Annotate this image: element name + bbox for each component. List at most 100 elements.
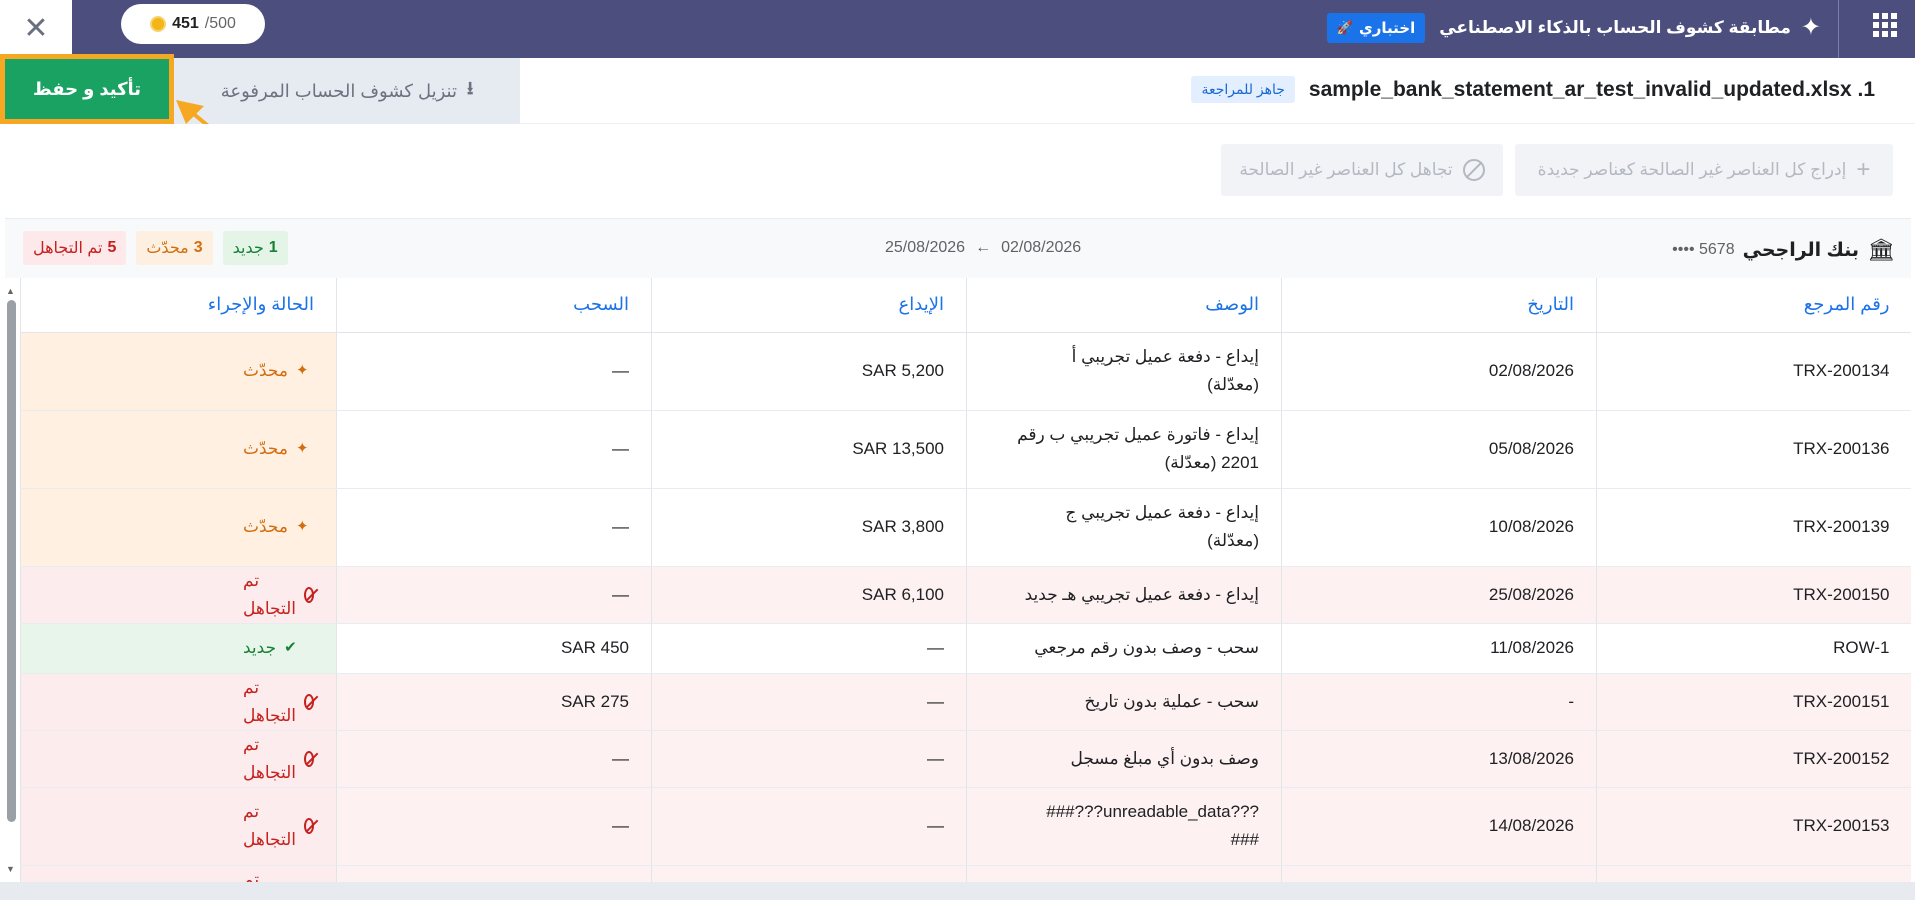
cell-date: 02/08/2026 (1281, 332, 1597, 411)
status-action[interactable]: تم التجاهل (43, 866, 314, 883)
status-action[interactable]: محدّث ✦ (43, 435, 314, 463)
transactions-table-container[interactable]: رقم المرجع التاريخ الوصف الإيداع السحب ا… (20, 278, 1911, 882)
double-check-icon: ✔ (284, 639, 297, 656)
cell-status[interactable]: محدّث ✦ (20, 488, 337, 567)
table-row[interactable]: TRX-200139 10/08/2026 إيداع - دفعة عميل تج… (20, 488, 1911, 567)
cell-deposit: — (651, 730, 967, 788)
deposit-amount: SAR 5,200 (861, 361, 944, 380)
cell-date: 10/08/2026 (1281, 488, 1597, 567)
scrollbar-thumb[interactable] (7, 300, 16, 822)
description-line: إيداع - فاتورة عميل تجريبي ب رقم (1017, 425, 1259, 444)
table-row[interactable]: TRX-20015025/08/2026إيداع - دفعة عميل تج… (20, 865, 1911, 883)
col-header-ref[interactable]: رقم المرجع (1596, 278, 1911, 333)
bank-name: بنك الراجحي (1742, 239, 1860, 261)
cell-description: وصف بدون أي مبلغ مسجل (966, 730, 1282, 788)
status-label: تم التجاهل (243, 734, 297, 782)
ban-icon (304, 693, 314, 710)
table-row[interactable]: TRX-200153 14/08/2026 ???unreadable_data??… (20, 787, 1911, 866)
cell-description: إيداع - دفعة عميل تجريبي ج (معدّلة) (966, 488, 1282, 567)
col-header-status[interactable]: الحالة والإجراء (20, 278, 337, 333)
cell-ref: TRX-200150 (1596, 865, 1911, 882)
beta-label: اختباري (1359, 20, 1416, 37)
scroll-down-icon[interactable]: ▼ (6, 864, 15, 874)
cell-ref: TRX-200152 (1596, 730, 1911, 788)
cell-status[interactable]: جديد ✔ (20, 623, 337, 674)
rocket-icon: 🚀 (1336, 20, 1354, 35)
cell-status[interactable]: تم التجاهل (20, 865, 337, 883)
cell-description: سحب - وصف بدون رقم مرجعي (966, 623, 1282, 674)
cell-date: - (1281, 673, 1597, 731)
status-label: تم التجاهل (243, 802, 297, 849)
cell-ref: ROW-1 (1596, 623, 1911, 674)
cell-status[interactable]: تم التجاهل (20, 566, 337, 624)
cell-status[interactable]: محدّث ✦ (20, 332, 337, 411)
ban-icon (1462, 159, 1485, 181)
table-row[interactable]: TRX-200136 05/08/2026 إيداع - فاتورة عميل … (20, 410, 1911, 489)
scroll-up-icon[interactable]: ▲ (6, 286, 15, 296)
status-action[interactable]: تم التجاهل (43, 674, 314, 730)
description-line: وصف بدون أي مبلغ مسجل (1070, 748, 1259, 768)
deposit-amount: SAR 6,100 (861, 584, 944, 604)
table-row[interactable]: TRX-200151- سحب - عملية بدون تاريخ — SAR 27… (20, 673, 1911, 731)
account-number: •••• 5678 (1672, 241, 1735, 258)
apps-grid-icon[interactable] (1873, 13, 1897, 37)
cell-withdrawal: — (336, 787, 652, 866)
cell-status[interactable]: محدّث ✦ (20, 410, 337, 489)
download-icon: ⭳ (467, 78, 474, 98)
cell-status[interactable]: تم التجاهل (20, 730, 337, 788)
topbar-divider (1838, 0, 1839, 58)
close-icon[interactable]: ✕ (23, 14, 48, 44)
cell-deposit: SAR 6,100 (651, 566, 967, 624)
status-action[interactable]: محدّث ✦ (43, 357, 314, 385)
file-info: sample_bank_statement_ar_test_invalid_up… (1191, 76, 1875, 103)
table-body: TRX-200134 02/08/2026 إيداع - دفعة عميل تج… (20, 332, 1911, 883)
confirm-save-button[interactable]: تأكيد و حفظ (0, 54, 174, 124)
ignore-all-invalid-button[interactable]: تجاهل كل العناصر غير الصالحة (1221, 144, 1503, 196)
date-range: 25/08/2026 ← 02/08/2026 (885, 239, 1081, 257)
cell-ref: TRX-200134 (1596, 332, 1911, 411)
ignored-label: تم التجاهل (33, 240, 103, 257)
status-action[interactable]: تم التجاهل (43, 798, 314, 854)
top-bar: ✕ 451 /500 ✦ مطابقة كشوف الحساب بالذكاء … (0, 0, 1915, 58)
status-action[interactable]: تم التجاهل (43, 567, 314, 623)
table-row[interactable]: TRX-20015025/08/2026إيداع - دفعة عميل تج… (20, 566, 1911, 624)
cell-withdrawal: — (336, 410, 652, 489)
col-header-deposit[interactable]: الإيداع (651, 278, 967, 333)
sparkle-icon: ✦ (1800, 14, 1821, 41)
arrow-left-icon: ← (975, 239, 992, 256)
status-action[interactable]: جديد ✔ (43, 634, 314, 662)
date-from: 02/08/2026 (1001, 239, 1082, 256)
col-header-withdrawal[interactable]: السحب (336, 278, 652, 333)
cell-status[interactable]: تم التجاهل (20, 673, 337, 731)
withdrawal-amount: — (612, 517, 629, 536)
cell-ref: TRX-200153 (1596, 787, 1911, 866)
close-button[interactable]: ✕ (0, 0, 72, 58)
credits-used: 451 (172, 15, 199, 32)
app-title-group: ✦ مطابقة كشوف الحساب بالذكاء الاصطناعي ا… (1326, 8, 1821, 48)
status-label: محدّث (243, 439, 289, 458)
cell-deposit: SAR 6,100 (651, 865, 967, 882)
table-row[interactable]: TRX-200152 13/08/2026 وصف بدون أي مبلغ مسج… (20, 730, 1911, 788)
col-header-date[interactable]: التاريخ (1281, 278, 1597, 333)
new-label: جديد (232, 240, 264, 257)
updated-count: 3 (193, 239, 203, 256)
file-name: sample_bank_statement_ar_test_invalid_up… (1308, 77, 1875, 101)
table-row[interactable]: TRX-200134 02/08/2026 إيداع - دفعة عميل تج… (20, 332, 1911, 411)
withdrawal-amount: — (612, 361, 629, 380)
bulk-actions: + إدراج كل العناصر غير الصالحة كعناصر جد… (0, 124, 1915, 218)
cell-description: إيداع - دفعة عميل تجريبي هـ جديد (966, 566, 1282, 624)
insert-all-invalid-button[interactable]: + إدراج كل العناصر غير الصالحة كعناصر جد… (1515, 144, 1893, 196)
status-label: تم التجاهل (243, 869, 260, 883)
table-row[interactable]: ROW-1 11/08/2026 سحب - وصف بدون رقم مرجعي —… (20, 623, 1911, 674)
status-action[interactable]: تم التجاهل (43, 731, 314, 787)
status-badge: جاهز للمراجعة (1191, 76, 1295, 103)
status-action[interactable]: محدّث ✦ (43, 513, 314, 541)
col-header-description[interactable]: الوصف (966, 278, 1282, 333)
cell-status[interactable]: تم التجاهل (20, 787, 337, 866)
description-line: (معدّلة) (1207, 531, 1259, 550)
credits-pill: 451 /500 (121, 4, 265, 44)
withdrawal-amount: — (612, 748, 629, 768)
bank-info: 🏛 بنك الراجحي •••• 5678 (1672, 237, 1895, 263)
description-line: ???unreadable_data???### (1046, 802, 1259, 821)
description-line: (معدّلة) (1207, 375, 1259, 394)
